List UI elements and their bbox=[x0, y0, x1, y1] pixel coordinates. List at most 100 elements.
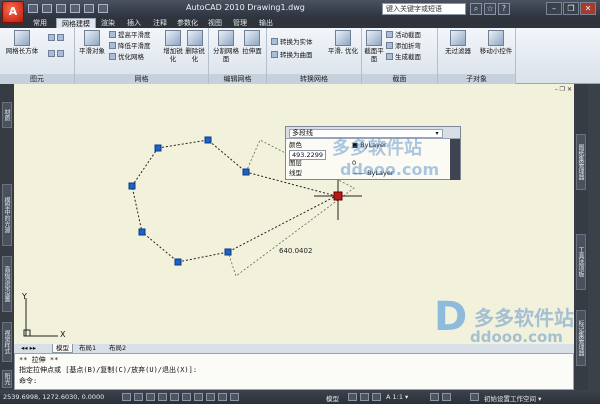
mesh-revolve-icon[interactable] bbox=[48, 50, 66, 59]
osnap-icon[interactable] bbox=[170, 393, 179, 401]
restore-button[interactable]: ❐ bbox=[563, 2, 579, 15]
raise-smoothness-button[interactable]: 提高平滑度 bbox=[109, 31, 151, 40]
annotation-scale[interactable]: A 1:1 ▾ bbox=[386, 393, 408, 401]
side-tab-markup[interactable]: 标记集管理器 bbox=[576, 310, 586, 366]
tab-insert[interactable]: 插入 bbox=[122, 18, 146, 28]
smooth-optimized-icon bbox=[335, 30, 351, 46]
open-icon[interactable] bbox=[42, 4, 52, 13]
print-icon[interactable] bbox=[98, 4, 108, 13]
layout-tab-layout1[interactable]: 布局1 bbox=[76, 344, 99, 353]
remove-crease-button[interactable]: 删除锐化 bbox=[185, 30, 205, 63]
ducs-icon[interactable] bbox=[194, 393, 203, 401]
coordinate-readout[interactable]: 2539.6998, 1272.6030, 0.0000 bbox=[3, 393, 104, 401]
move-gizmo-icon bbox=[488, 30, 504, 46]
panel-convert-mesh: 转换为实体 转换为曲面 平滑, 优化 转换网格 bbox=[267, 28, 362, 84]
search-icon[interactable]: ⌕ bbox=[470, 3, 482, 15]
dyn-icon[interactable] bbox=[206, 393, 215, 401]
refine-mesh-icon bbox=[109, 53, 116, 60]
nav-arrows[interactable]: ◂◂ ▸▸ bbox=[18, 344, 39, 353]
quick-properties-icon[interactable] bbox=[230, 393, 239, 401]
chevron-down-icon[interactable]: ▾ bbox=[433, 130, 441, 137]
quick-properties-sidebar[interactable] bbox=[450, 139, 460, 180]
split-face-label: 分割网格面 bbox=[213, 47, 239, 63]
lineweight-icon[interactable] bbox=[218, 393, 227, 401]
refine-mesh-button[interactable]: 优化网格 bbox=[109, 53, 144, 62]
model-space-toggle[interactable]: 模型 bbox=[326, 393, 339, 403]
favorites-icon[interactable]: ☆ bbox=[484, 3, 496, 15]
side-tab-materials[interactable]: 材质 bbox=[2, 102, 12, 128]
workspace-icon[interactable] bbox=[470, 393, 479, 401]
ortho-icon[interactable] bbox=[146, 393, 155, 401]
tab-mesh-modeling[interactable]: 网格建模 bbox=[56, 18, 96, 28]
save-icon[interactable] bbox=[56, 4, 66, 13]
left-palette-strip: 材质 模型中的光源 高级渲染设置 视觉样式 阳光特性 bbox=[0, 84, 14, 390]
mesh-primitives-icon[interactable] bbox=[48, 34, 66, 43]
generate-section-icon bbox=[386, 53, 393, 60]
search-input[interactable]: 键入关键字或短语 bbox=[382, 3, 466, 15]
drawing-canvas[interactable]: – ❐ ✕ Y X 多段线 ▾ 颜色 ■ ByLayer 493.2299 图层… bbox=[14, 84, 574, 346]
tab-view[interactable]: 视图 bbox=[203, 18, 227, 28]
vertical-scrollbar[interactable] bbox=[588, 84, 600, 390]
minimize-button[interactable]: – bbox=[546, 2, 562, 15]
section-plane-button[interactable]: 截面平面 bbox=[364, 30, 384, 63]
command-window[interactable]: ** 拉伸 ** 指定拉伸点或 [基点(B)/复制(C)/放弃(U)/退出(X)… bbox=[14, 353, 574, 390]
layout-tab-layout2[interactable]: 布局2 bbox=[106, 344, 129, 353]
generate-section-button[interactable]: 生成截面 bbox=[386, 53, 421, 62]
lower-smoothness-label: 降低平滑度 bbox=[118, 42, 151, 50]
add-jog-icon bbox=[386, 42, 393, 49]
split-face-button[interactable]: 分割网格面 bbox=[213, 30, 239, 63]
undo-icon[interactable] bbox=[70, 4, 80, 13]
generate-section-label: 生成截面 bbox=[395, 53, 421, 61]
tab-output[interactable]: 输出 bbox=[254, 18, 278, 28]
polar-icon[interactable] bbox=[158, 393, 167, 401]
grid-icon[interactable] bbox=[134, 393, 143, 401]
side-tab-sun[interactable]: 阳光特性 bbox=[2, 370, 12, 388]
side-tab-tool-palettes[interactable]: 工具选项板 bbox=[576, 234, 586, 290]
side-tab-lights[interactable]: 模型中的光源 bbox=[2, 184, 12, 246]
command-prompt[interactable]: 命令: bbox=[19, 377, 37, 386]
grip-5 bbox=[174, 258, 182, 266]
otrack-icon[interactable] bbox=[182, 393, 191, 401]
zoom-icon[interactable] bbox=[360, 393, 369, 401]
panel-section: 截面平面 活动截面 添加折弯 生成截面 截面 bbox=[362, 28, 438, 84]
pan-icon[interactable] bbox=[348, 393, 357, 401]
auto-scale-icon[interactable] bbox=[442, 393, 451, 401]
new-icon[interactable] bbox=[28, 4, 38, 13]
side-tab-render-settings[interactable]: 高级渲染设置 bbox=[2, 256, 12, 312]
add-jog-button[interactable]: 添加折弯 bbox=[386, 42, 421, 51]
close-button[interactable]: ✕ bbox=[580, 2, 596, 15]
side-tab-sheet-set[interactable]: 图纸集管理器 bbox=[576, 134, 586, 190]
convert-to-surface-button[interactable]: 转换为曲面 bbox=[271, 51, 313, 60]
add-crease-button[interactable]: 增加锐化 bbox=[163, 30, 183, 63]
panel-subobject: 无过滤器 移动小控件 子对象 bbox=[438, 28, 516, 84]
no-filter-button[interactable]: 无过滤器 bbox=[440, 30, 476, 55]
extrude-face-button[interactable]: 拉伸面 bbox=[241, 30, 263, 55]
live-section-button[interactable]: 活动截面 bbox=[386, 31, 421, 40]
move-gizmo-button[interactable]: 移动小控件 bbox=[478, 30, 514, 55]
mesh-box-button[interactable]: 网格长方体 bbox=[4, 30, 40, 55]
watermark-url-top: ddooo.com bbox=[340, 160, 440, 179]
smooth-optimized-button[interactable]: 平滑, 优化 bbox=[327, 30, 359, 55]
add-crease-icon bbox=[165, 30, 181, 46]
remove-crease-icon bbox=[187, 30, 203, 46]
panel-title-convert: 转换网格 bbox=[267, 74, 361, 84]
convert-to-solid-button[interactable]: 转换为实体 bbox=[271, 38, 313, 47]
snap-icon[interactable] bbox=[122, 393, 131, 401]
annotation-visibility-icon[interactable] bbox=[430, 393, 439, 401]
tab-home[interactable]: 常用 bbox=[28, 18, 52, 28]
steering-wheel-icon[interactable] bbox=[372, 393, 381, 401]
tab-manage[interactable]: 管理 bbox=[228, 18, 252, 28]
application-menu-button[interactable]: A bbox=[2, 1, 24, 23]
lower-smoothness-button[interactable]: 降低平滑度 bbox=[109, 42, 151, 51]
tab-annotate[interactable]: 注释 bbox=[148, 18, 172, 28]
redo-icon[interactable] bbox=[84, 4, 94, 13]
workspace-switch[interactable]: 初始设置工作空间 ▾ bbox=[484, 393, 541, 403]
convert-solid-label: 转换为实体 bbox=[280, 38, 313, 46]
smooth-object-button[interactable]: 平滑对象 bbox=[79, 30, 105, 55]
help-icon[interactable]: ? bbox=[498, 3, 510, 15]
layout-tab-model[interactable]: 模型 bbox=[52, 344, 73, 353]
panel-title-primitives: 图元 bbox=[0, 74, 74, 84]
tab-render[interactable]: 渲染 bbox=[96, 18, 120, 28]
side-tab-visual-styles[interactable]: 视觉样式 bbox=[2, 322, 12, 362]
tab-parametric[interactable]: 参数化 bbox=[172, 18, 203, 28]
